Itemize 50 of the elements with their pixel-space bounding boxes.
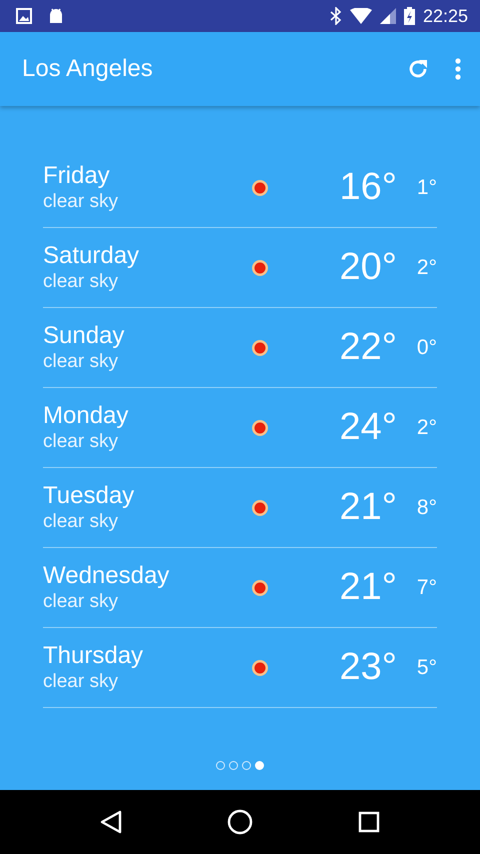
weather-description: clear sky — [43, 190, 119, 214]
day-name: Monday — [43, 402, 130, 430]
sun-icon — [251, 498, 269, 516]
page-indicator-dot[interactable] — [216, 761, 225, 770]
high-temperature: 20° — [338, 245, 397, 290]
day-name: Thursday — [43, 642, 144, 670]
day-name: Friday — [43, 162, 111, 190]
low-temperature: 5° — [416, 654, 437, 681]
day-name: Sunday — [43, 322, 126, 350]
home-button[interactable] — [226, 809, 253, 835]
low-temperature: 8° — [416, 494, 437, 521]
weather-description: clear sky — [43, 590, 119, 614]
sun-icon — [251, 338, 269, 356]
bluetooth-icon — [330, 7, 342, 25]
clock-time: 22:25 — [422, 4, 468, 28]
high-temperature: 21° — [338, 485, 397, 530]
high-temperature: 24° — [338, 405, 397, 450]
weather-description: clear sky — [43, 350, 119, 374]
recent-apps-button[interactable] — [358, 811, 380, 833]
day-name: Saturday — [43, 242, 140, 270]
page-indicator-dot[interactable] — [229, 761, 238, 770]
sun-icon — [251, 178, 269, 196]
battery-charging-icon — [404, 7, 415, 25]
weather-description: clear sky — [43, 430, 119, 454]
low-temperature: 7° — [416, 574, 437, 601]
back-button[interactable] — [100, 810, 122, 834]
low-temperature: 2° — [416, 254, 437, 281]
high-temperature: 21° — [338, 565, 397, 610]
day-name: Tuesday — [43, 482, 136, 510]
sun-icon — [251, 658, 269, 676]
high-temperature: 23° — [338, 645, 397, 690]
more-options-button[interactable] — [454, 57, 462, 81]
wifi-icon — [350, 8, 372, 24]
sun-icon — [251, 578, 269, 596]
city-title: Los Angeles — [22, 54, 153, 84]
day-name: Wednesday — [43, 562, 170, 590]
low-temperature: 1° — [416, 174, 437, 201]
high-temperature: 22° — [338, 325, 397, 370]
weather-description: clear sky — [43, 270, 119, 294]
page-indicator-dot[interactable] — [242, 761, 251, 770]
high-temperature: 16° — [338, 165, 397, 210]
sun-icon — [251, 258, 269, 276]
weather-description: clear sky — [43, 510, 119, 534]
android-icon — [48, 8, 64, 24]
sun-icon — [251, 418, 269, 436]
low-temperature: 0° — [416, 334, 437, 361]
low-temperature: 2° — [416, 414, 437, 441]
image-icon — [16, 8, 32, 24]
signal-icon — [380, 8, 396, 24]
weather-description: clear sky — [43, 670, 119, 694]
